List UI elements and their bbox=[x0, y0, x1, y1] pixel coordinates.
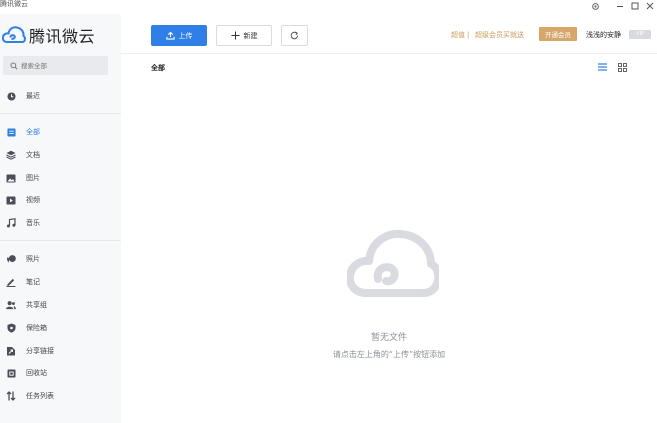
list-view-icon[interactable] bbox=[597, 62, 607, 72]
transfer-icon bbox=[6, 391, 16, 401]
sidebar-item-images[interactable]: 图片 bbox=[0, 169, 121, 187]
sidebar-item-label: 笔记 bbox=[26, 278, 40, 286]
search-icon bbox=[10, 61, 18, 70]
weiyun-logo-icon bbox=[2, 26, 26, 43]
sidebar-item-notes[interactable]: 笔记 bbox=[0, 273, 121, 291]
sidebar-item-label: 最近 bbox=[26, 92, 40, 100]
sidebar-item-label: 回收站 bbox=[26, 369, 47, 377]
sidebar-item-label: 任务列表 bbox=[26, 392, 54, 400]
pen-icon bbox=[6, 277, 16, 287]
search-input[interactable] bbox=[21, 61, 101, 70]
empty-cloud-icon bbox=[347, 229, 439, 297]
promo-prefix[interactable]: 超值 bbox=[451, 28, 465, 42]
open-vip-button[interactable]: 开通会员 bbox=[539, 27, 577, 41]
vip-badge: VIP bbox=[629, 30, 651, 39]
main-panel: 上传 新建 超值 | 超级会员买就送 开通会员 浅浅的安静 VIP 全部 暂无文 bbox=[121, 14, 657, 423]
sidebar-divider bbox=[0, 113, 121, 114]
maximize-icon[interactable] bbox=[629, 0, 641, 12]
sidebar-item-shared-groups[interactable]: 共享组 bbox=[0, 296, 121, 314]
sidebar-item-share-links[interactable]: 分享链接 bbox=[0, 342, 121, 360]
sidebar-item-all[interactable]: 全部 bbox=[0, 123, 121, 141]
search-box[interactable] bbox=[3, 56, 108, 75]
clock-icon bbox=[6, 91, 16, 101]
sidebar-item-label: 音乐 bbox=[26, 219, 40, 227]
empty-hint: 请点击左上角的“上传”按钮添加 bbox=[332, 350, 446, 359]
sidebar-divider bbox=[0, 240, 121, 241]
sidebar-item-label: 保险箱 bbox=[26, 324, 47, 332]
sidebar-item-music[interactable]: 音乐 bbox=[0, 214, 121, 232]
empty-title: 暂无文件 bbox=[370, 333, 407, 343]
sidebar-item-recent[interactable]: 最近 bbox=[0, 87, 121, 105]
all-files-icon bbox=[6, 127, 16, 137]
new-label: 新建 bbox=[243, 31, 258, 40]
logo-text: 腾讯微云 bbox=[29, 27, 96, 46]
sidebar-item-photos[interactable]: 照片 bbox=[0, 250, 121, 268]
photo-icon bbox=[6, 254, 16, 264]
promo-link[interactable]: 超级会员买就送 bbox=[475, 28, 524, 42]
shield-icon bbox=[6, 323, 16, 333]
promo-separator: | bbox=[467, 31, 470, 39]
grid-view-icon[interactable] bbox=[617, 62, 627, 72]
trash-icon bbox=[6, 368, 16, 378]
sidebar-item-label: 照片 bbox=[26, 255, 40, 263]
sidebar-item-label: 图片 bbox=[26, 174, 40, 182]
sidebar-item-tasks[interactable]: 任务列表 bbox=[0, 387, 121, 405]
music-icon bbox=[6, 218, 16, 228]
toolbar-divider bbox=[121, 53, 657, 54]
upload-label: 上传 bbox=[178, 31, 193, 40]
upload-icon bbox=[165, 31, 175, 40]
new-button[interactable]: 新建 bbox=[216, 25, 272, 46]
layers-icon bbox=[6, 150, 16, 160]
refresh-button[interactable] bbox=[281, 25, 308, 46]
sidebar-item-label: 全部 bbox=[26, 128, 40, 136]
settings-gear-icon[interactable] bbox=[589, 0, 601, 12]
sidebar-item-label: 共享组 bbox=[26, 301, 47, 309]
upload-button[interactable]: 上传 bbox=[151, 25, 207, 46]
sidebar-item-videos[interactable]: 视频 bbox=[0, 191, 121, 209]
refresh-icon bbox=[290, 31, 299, 40]
sidebar-item-label: 分享链接 bbox=[26, 347, 54, 355]
weiyun-app: 腾讯微云 腾讯微云 搜索全部 最近 全部 文档 图片 视频 音乐 照片 笔记 共… bbox=[0, 0, 657, 423]
sidebar-item-safe[interactable]: 保险箱 bbox=[0, 319, 121, 337]
sidebar-item-recycle-bin[interactable]: 回收站 bbox=[0, 364, 121, 382]
username[interactable]: 浅浅的安静 bbox=[586, 28, 621, 42]
share-link-icon bbox=[6, 346, 16, 356]
minimize-icon[interactable] bbox=[614, 0, 626, 12]
plus-icon bbox=[230, 31, 240, 40]
close-icon[interactable] bbox=[644, 0, 656, 12]
window-title: 腾讯微云 bbox=[0, 0, 28, 8]
window-titlebar: 腾讯微云 bbox=[0, 0, 657, 14]
sidebar-item-docs[interactable]: 文档 bbox=[0, 146, 121, 164]
image-icon bbox=[6, 173, 16, 183]
sidebar: 腾讯微云 最近 全部 文档 bbox=[0, 14, 121, 423]
group-icon bbox=[6, 300, 16, 310]
video-icon bbox=[6, 195, 16, 205]
app-logo: 腾讯微云 bbox=[0, 22, 95, 48]
breadcrumb: 全部 bbox=[151, 64, 165, 72]
sidebar-item-label: 文档 bbox=[26, 151, 40, 159]
sidebar-item-label: 视频 bbox=[26, 196, 40, 204]
